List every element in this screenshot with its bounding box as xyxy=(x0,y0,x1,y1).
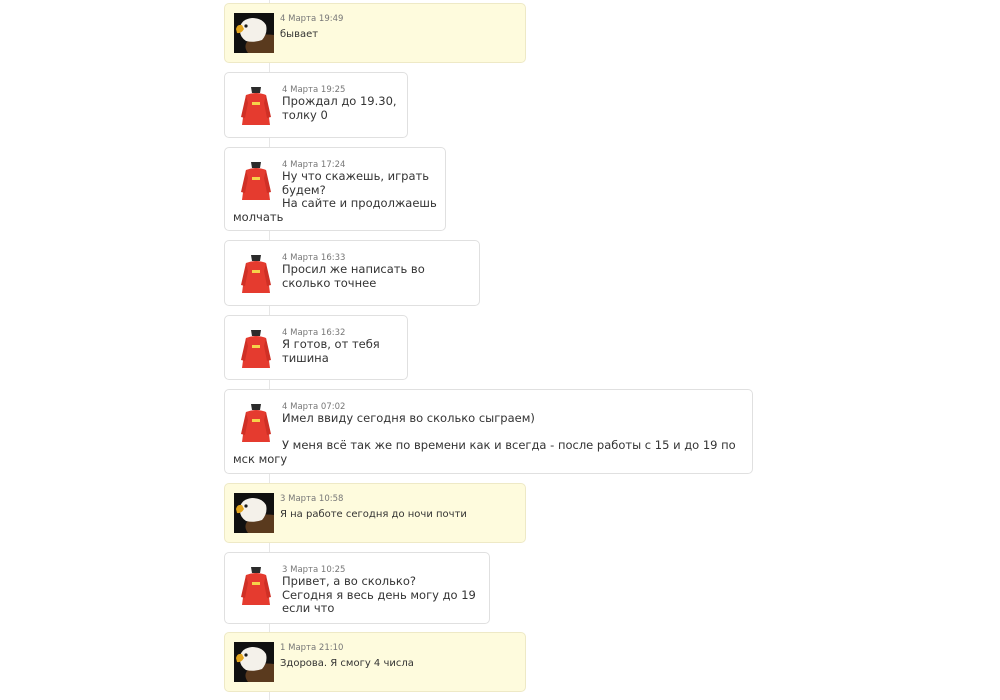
message-timestamp: 3 Марта 10:58 xyxy=(280,494,344,504)
message-line: молчать xyxy=(233,209,284,224)
message-bubble: 4 Марта 16:32 Я готов, от тебя тишина xyxy=(224,315,408,380)
message-text: бывает xyxy=(280,28,318,41)
message-line: тишина xyxy=(282,350,329,365)
message-line: если что xyxy=(282,601,335,615)
message-bubble: 4 Марта 17:24 Ну что скажешь, играть буд… xyxy=(224,147,446,231)
red-shirt-icon[interactable] xyxy=(237,85,275,127)
red-shirt-icon[interactable] xyxy=(237,402,275,444)
message-text: Привет, а во сколько? Сегодня я весь ден… xyxy=(282,574,476,616)
message-text: Просил же написать во сколько точнее xyxy=(282,262,425,290)
message-bubble: 3 Марта 10:58 Я на работе сегодня до ноч… xyxy=(224,483,526,543)
eagle-icon[interactable] xyxy=(234,493,274,533)
message-line: Я на работе сегодня до ночи почти xyxy=(280,509,467,520)
message-timestamp: 4 Марта 19:49 xyxy=(280,14,344,24)
message-bubble: 4 Марта 16:33 Просил же написать во скол… xyxy=(224,240,480,306)
message-line: Имел ввиду сегодня во сколько сыграем) xyxy=(282,411,535,425)
message-bubble: 3 Марта 10:25 Привет, а во сколько? Сего… xyxy=(224,552,490,624)
message-thread: 4 Марта 19:49 бывает 4 Марта 19:25 Прожд… xyxy=(0,0,1000,700)
message-line: Я готов, от тебя xyxy=(282,337,380,351)
message-text: Прождал до 19.30, толку 0 xyxy=(282,94,397,122)
red-shirt-icon[interactable] xyxy=(237,253,275,295)
message-bubble: 4 Марта 07:02 Имел ввиду сегодня во скол… xyxy=(224,389,753,474)
eagle-icon[interactable] xyxy=(234,13,274,53)
message-line: Ну что скажешь, играть xyxy=(282,169,429,183)
message-line: У меня всё так же по времени как и всегд… xyxy=(282,438,736,452)
message-line: Прождал до 19.30, xyxy=(282,94,397,108)
message-line xyxy=(282,426,736,440)
red-shirt-icon[interactable] xyxy=(237,328,275,370)
message-line: На сайте и продолжаешь xyxy=(282,196,437,210)
message-line: толку 0 xyxy=(282,107,328,122)
message-line: бывает xyxy=(280,29,319,40)
eagle-icon[interactable] xyxy=(234,642,274,682)
red-shirt-icon[interactable] xyxy=(237,565,275,607)
message-text: Здорова. Я смогу 4 числа xyxy=(280,657,414,670)
message-line: будем? xyxy=(282,182,326,197)
message-line: сколько точнее xyxy=(282,275,377,290)
message-text: Я на работе сегодня до ночи почти xyxy=(280,508,467,521)
message-line: Просил же написать во xyxy=(282,262,425,276)
message-line: Здорова. Я смогу 4 числа xyxy=(280,658,414,669)
message-line: Привет, а во сколько? xyxy=(282,574,416,588)
message-bubble: 4 Марта 19:49 бывает xyxy=(224,3,526,63)
red-shirt-icon[interactable] xyxy=(237,160,275,202)
message-bubble: 4 Марта 19:25 Прождал до 19.30, толку 0 xyxy=(224,72,408,138)
message-bubble: 1 Марта 21:10 Здорова. Я смогу 4 числа xyxy=(224,632,526,692)
message-line: мск могу xyxy=(233,451,288,466)
message-timestamp: 1 Марта 21:10 xyxy=(280,643,344,653)
message-line: Сегодня я весь день могу до 19 xyxy=(282,587,476,602)
message-text: Ну что скажешь, играть будем? На сайте и… xyxy=(233,169,437,224)
message-text: Я готов, от тебя тишина xyxy=(282,337,380,365)
message-text: Имел ввиду сегодня во сколько сыграем) У… xyxy=(233,411,736,466)
